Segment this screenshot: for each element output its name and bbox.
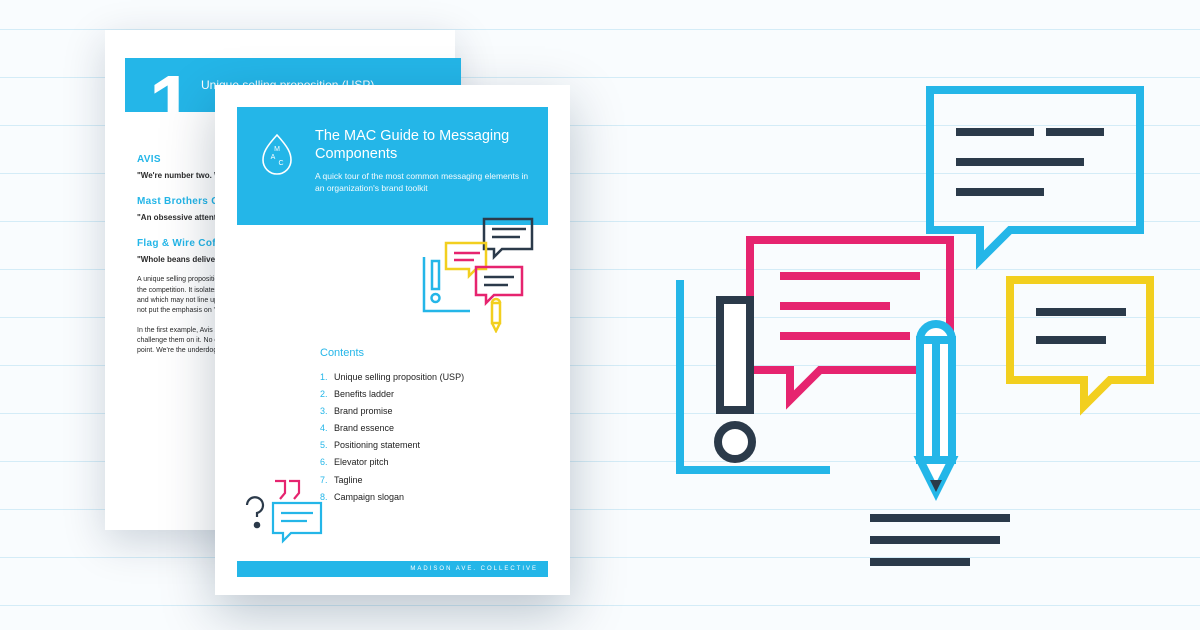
cover-subtitle: A quick tour of the most common messagin… <box>315 171 530 195</box>
contents-heading: Contents <box>320 347 464 359</box>
question-quote-icon <box>237 475 337 555</box>
contents-item-label: Tagline <box>334 475 363 485</box>
contents-item-label: Campaign slogan <box>334 492 404 502</box>
list-item: 2.Benefits ladder <box>320 386 464 403</box>
front-document-page: M A C The MAC Guide to Messaging Compone… <box>215 85 570 595</box>
mac-logo-icon: M A C <box>255 131 299 175</box>
list-item: 1.Unique selling proposition (USP) <box>320 369 464 386</box>
chapter-number: 1 <box>149 58 194 150</box>
contents-item-label: Positioning statement <box>334 440 420 450</box>
svg-text:A: A <box>271 154 276 161</box>
hero-illustration-icon <box>660 70 1180 570</box>
contents-item-label: Benefits ladder <box>334 389 394 399</box>
list-item: 7.Tagline <box>320 472 464 489</box>
list-item: 8.Campaign slogan <box>320 489 464 506</box>
cover-title: The MAC Guide to Messaging Components <box>315 127 530 163</box>
contents-list: 1.Unique selling proposition (USP) 2.Ben… <box>320 369 464 506</box>
contents-item-label: Brand promise <box>334 406 393 416</box>
cover-hero: M A C The MAC Guide to Messaging Compone… <box>237 107 548 225</box>
svg-text:M: M <box>274 146 280 153</box>
list-item: 4.Brand essence <box>320 420 464 437</box>
footer-bar: MADISON AVE. COLLECTIVE <box>237 561 548 577</box>
contents-item-label: Unique selling proposition (USP) <box>334 372 464 382</box>
list-item: 5.Positioning statement <box>320 437 464 454</box>
contents-item-label: Brand essence <box>334 423 394 433</box>
list-item: 3.Brand promise <box>320 403 464 420</box>
svg-text:C: C <box>278 160 283 167</box>
list-item: 6.Elevator pitch <box>320 454 464 471</box>
contents-item-label: Elevator pitch <box>334 457 389 467</box>
speech-bubble-illustration-icon <box>392 213 542 333</box>
table-of-contents: Contents 1.Unique selling proposition (U… <box>320 347 464 506</box>
footer-text: MADISON AVE. COLLECTIVE <box>410 566 538 572</box>
